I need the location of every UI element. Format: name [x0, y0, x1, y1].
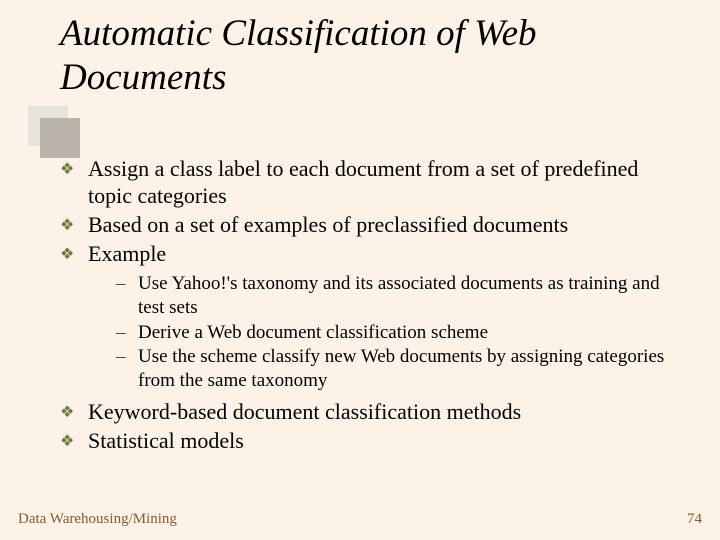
list-item-text: Based on a set of examples of preclassif…	[88, 212, 680, 239]
title-corner-ornament	[28, 106, 80, 158]
list-item: ❖ Example	[60, 241, 680, 268]
slide-footer: Data Warehousing/Mining 74	[18, 511, 702, 528]
slide-title-block: Automatic Classification of Web Document…	[60, 12, 690, 99]
sub-list-item: – Use the scheme classify new Web docume…	[116, 345, 680, 393]
dash-bullet-icon: –	[116, 321, 138, 345]
list-item-text: Assign a class label to each document fr…	[88, 156, 680, 210]
list-item-text: Keyword-based document classification me…	[88, 399, 680, 426]
list-item: ❖ Keyword-based document classification …	[60, 399, 680, 426]
sub-list-item: – Use Yahoo!'s taxonomy and its associat…	[116, 272, 680, 320]
sub-list: – Use Yahoo!'s taxonomy and its associat…	[116, 272, 680, 394]
ornament-square-dark	[40, 118, 80, 158]
diamond-bullet-icon: ❖	[60, 241, 88, 268]
diamond-bullet-icon: ❖	[60, 428, 88, 455]
sub-list-item-text: Use the scheme classify new Web document…	[138, 345, 680, 393]
footer-left-text: Data Warehousing/Mining	[18, 511, 177, 528]
slide-title: Automatic Classification of Web Document…	[60, 12, 690, 99]
slide-body: ❖ Assign a class label to each document …	[60, 156, 680, 457]
list-item: ❖ Based on a set of examples of preclass…	[60, 212, 680, 239]
dash-bullet-icon: –	[116, 345, 138, 369]
diamond-bullet-icon: ❖	[60, 156, 88, 183]
dash-bullet-icon: –	[116, 272, 138, 296]
list-item: ❖ Statistical models	[60, 428, 680, 455]
sub-list-item-text: Derive a Web document classification sch…	[138, 321, 680, 345]
list-item: ❖ Assign a class label to each document …	[60, 156, 680, 210]
sub-list-item-text: Use Yahoo!'s taxonomy and its associated…	[138, 272, 680, 320]
list-item-text: Example	[88, 241, 680, 268]
list-item-text: Statistical models	[88, 428, 680, 455]
sub-list-item: – Derive a Web document classification s…	[116, 321, 680, 345]
page-number: 74	[687, 511, 702, 528]
diamond-bullet-icon: ❖	[60, 212, 88, 239]
diamond-bullet-icon: ❖	[60, 399, 88, 426]
